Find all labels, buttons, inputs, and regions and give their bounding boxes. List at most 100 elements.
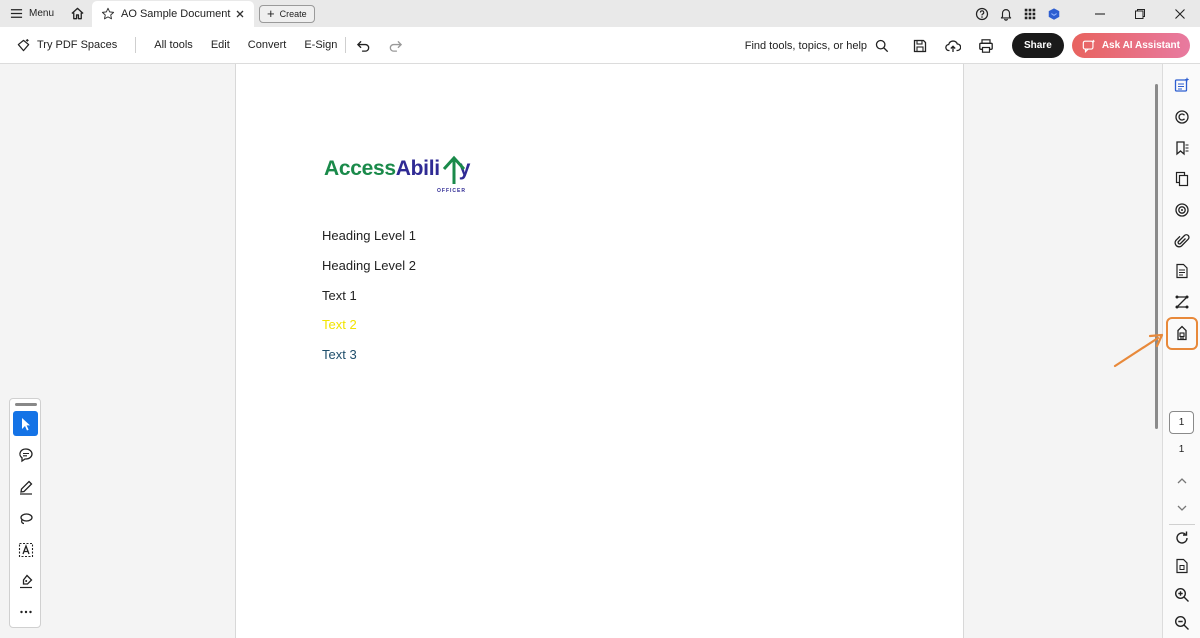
save-button[interactable] <box>909 35 931 57</box>
toolbar-separator <box>345 37 347 53</box>
accessibility-tags-button[interactable] <box>1170 321 1194 345</box>
zoom-out-button[interactable] <box>1170 611 1194 635</box>
ai-summary-icon <box>1174 77 1189 92</box>
logo-text-abili: Abili <box>395 157 440 180</box>
create-button[interactable]: + Create <box>259 5 315 23</box>
sign-tool-button[interactable] <box>13 568 38 593</box>
scrollbar-thumb[interactable] <box>1155 84 1158 429</box>
main-toolbar: Try PDF Spaces All tools Edit Convert E-… <box>0 27 1200 64</box>
drag-handle[interactable] <box>15 403 37 406</box>
zoom-in-button[interactable] <box>1170 583 1194 607</box>
upload-button[interactable] <box>942 35 964 57</box>
share-button[interactable]: Share <box>1012 33 1064 58</box>
bookmarks-panel-button[interactable] <box>1170 136 1194 160</box>
draw-tool-button[interactable] <box>13 474 38 499</box>
find-tools-label: Find tools, topics, or help <box>744 39 868 52</box>
print-button[interactable] <box>975 35 997 57</box>
notifications-button[interactable] <box>994 0 1018 27</box>
rotate-button[interactable] <box>1170 526 1194 550</box>
zoom-in-icon <box>1174 587 1189 602</box>
layers-panel-button[interactable] <box>1170 198 1194 222</box>
tag-icon <box>1177 325 1187 341</box>
create-label: Create <box>279 9 307 19</box>
more-tools-button[interactable] <box>13 599 38 624</box>
search-icon <box>875 39 889 52</box>
current-page-input[interactable]: 1 <box>1169 411 1194 434</box>
ask-ai-assistant-button[interactable]: Ask AI Assistant <box>1071 33 1190 58</box>
document-icon <box>1176 263 1188 279</box>
text-box-icon <box>18 542 33 557</box>
toolbar-separator <box>135 37 137 53</box>
path-order-icon <box>1175 295 1189 309</box>
more-icon <box>19 610 32 613</box>
logo-subtitle: OFFICER <box>437 188 466 194</box>
close-window-button[interactable] <box>1160 0 1200 27</box>
comment-circle-icon <box>1175 110 1189 124</box>
pages-icon <box>1175 171 1189 187</box>
home-button[interactable] <box>64 0 90 27</box>
edit-menu[interactable]: Edit <box>211 39 230 51</box>
comment-icon <box>18 447 33 462</box>
doc-text-3: Text 3 <box>322 347 357 362</box>
tab-title: AO Sample Document <box>121 8 231 20</box>
restore-icon <box>1135 8 1145 19</box>
find-tools-search[interactable]: Find tools, topics, or help <box>745 39 889 53</box>
target-icon <box>1175 203 1189 217</box>
apps-button[interactable] <box>1018 0 1042 27</box>
convert-menu[interactable]: Convert <box>248 39 287 51</box>
comment-tool-button[interactable] <box>13 442 38 467</box>
cursor-icon <box>21 417 30 430</box>
help-button[interactable] <box>970 0 994 27</box>
lasso-tool-button[interactable] <box>13 506 38 531</box>
lasso-icon <box>19 512 33 524</box>
star-icon[interactable] <box>101 7 115 21</box>
minimize-icon <box>1095 12 1105 15</box>
undo-icon <box>356 40 370 52</box>
close-window-icon <box>1175 8 1185 19</box>
doc-text-1: Text 1 <box>322 288 357 303</box>
esign-menu[interactable]: E-Sign <box>304 39 337 51</box>
doc-heading-level-2: Heading Level 2 <box>322 258 416 273</box>
bell-icon <box>1000 8 1012 21</box>
close-icon[interactable] <box>234 8 246 20</box>
attachments-panel-button[interactable] <box>1170 229 1194 253</box>
try-pdf-spaces-button[interactable]: Try PDF Spaces <box>16 38 117 53</box>
previous-page-button[interactable] <box>1170 469 1194 493</box>
rotate-icon <box>1176 531 1188 544</box>
next-page-button[interactable] <box>1170 496 1194 520</box>
save-icon <box>913 39 927 52</box>
page-display-button[interactable] <box>1170 554 1194 578</box>
menu-button[interactable]: Menu <box>0 0 64 27</box>
printer-icon <box>979 38 993 53</box>
redo-icon <box>389 40 402 52</box>
pages-panel-button[interactable] <box>1170 167 1194 191</box>
all-tools-menu[interactable]: All tools <box>154 39 193 51</box>
menu-label: Menu <box>29 8 55 19</box>
zoom-out-icon <box>1174 615 1189 630</box>
document-page[interactable]: AccessAbili y OFFICER Heading Level 1 Hea… <box>235 64 964 638</box>
ask-ai-label: Ask AI Assistant <box>1101 40 1180 51</box>
restore-button[interactable] <box>1120 0 1160 27</box>
account-button[interactable] <box>1042 0 1066 27</box>
rail-divider <box>1169 524 1195 525</box>
cloud-upload-icon <box>945 39 962 52</box>
select-tool-button[interactable] <box>13 411 38 436</box>
hamburger-icon <box>10 9 23 18</box>
document-properties-button[interactable] <box>1170 259 1194 283</box>
text-box-tool-button[interactable] <box>13 537 38 562</box>
redo-button[interactable] <box>384 34 406 56</box>
comments-panel-button[interactable] <box>1170 105 1194 129</box>
undo-button[interactable] <box>352 34 374 56</box>
annotation-arrow-icon <box>1113 333 1164 368</box>
minimize-button[interactable] <box>1080 0 1120 27</box>
logo-text-access: Access <box>324 157 396 180</box>
plus-icon: + <box>267 6 275 21</box>
document-tab[interactable]: AO Sample Document <box>92 1 254 27</box>
page-display-icon <box>1176 558 1188 574</box>
help-icon <box>975 7 989 20</box>
ai-summary-button[interactable] <box>1170 73 1194 97</box>
account-icon <box>1048 7 1060 20</box>
title-bar: Menu AO Sample Document + Create <box>0 0 1200 27</box>
order-panel-button[interactable] <box>1170 290 1194 314</box>
paperclip-icon <box>1174 234 1190 248</box>
